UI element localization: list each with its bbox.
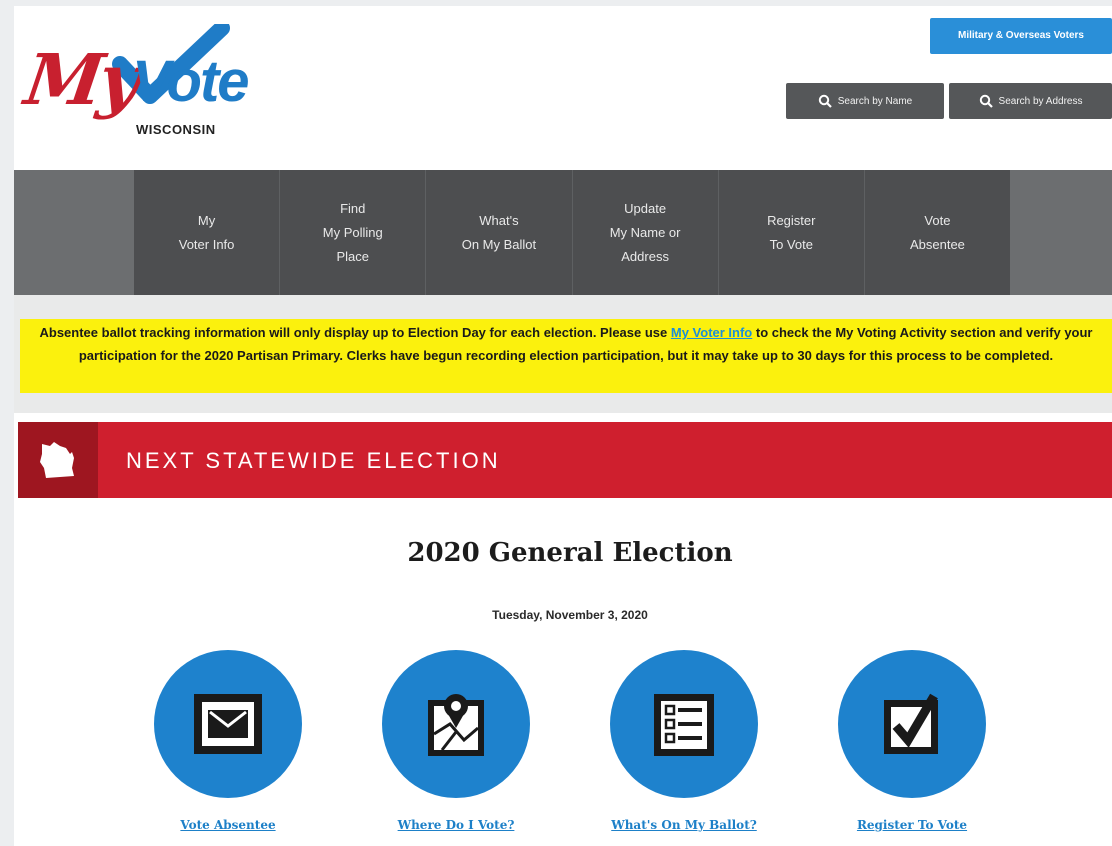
alert-section: Absentee ballot tracking information wil… [14, 295, 1112, 413]
nav-item-find-polling-place[interactable]: Find My Polling Place [280, 170, 427, 295]
my-voter-info-link[interactable]: My Voter Info [671, 325, 752, 340]
where-do-i-vote-circle[interactable] [382, 650, 530, 798]
alert-text-before: Absentee ballot tracking information wil… [39, 325, 671, 340]
next-election-banner: NEXT STATEWIDE ELECTION [18, 422, 1112, 498]
nav-item-vote-absentee[interactable]: Vote Absentee [864, 170, 1011, 295]
election-name: 2020 General Election [407, 538, 733, 568]
search-icon [818, 94, 832, 108]
alert-banner: Absentee ballot tracking information wil… [20, 319, 1112, 393]
military-overseas-voters-button[interactable]: Military & Overseas Voters [930, 18, 1112, 54]
register-to-vote-circle[interactable] [838, 650, 986, 798]
nav-item-update-name-address[interactable]: Update My Name or Address [572, 170, 719, 295]
search-by-address-button[interactable]: Search by Address [949, 83, 1112, 119]
search-by-address-label: Search by Address [998, 95, 1083, 107]
election-date: Tuesday, November 3, 2020 [492, 608, 648, 622]
action-vote-absentee[interactable]: Vote Absentee [143, 650, 313, 832]
logo-text-state: WISCONSIN [136, 122, 216, 137]
vote-absentee-link[interactable]: Vote Absentee [143, 818, 313, 832]
action-whats-on-my-ballot[interactable]: What's On My Ballot? [599, 650, 769, 832]
nav-items: My Voter Info Find My Polling Place What… [134, 170, 1011, 295]
nav-item-whats-on-my-ballot[interactable]: What's On My Ballot [426, 170, 573, 295]
whats-on-my-ballot-circle[interactable] [610, 650, 758, 798]
where-do-i-vote-link[interactable]: Where Do I Vote? [371, 818, 541, 832]
myvote-logo[interactable]: My Vote WISCONSIN [20, 18, 254, 148]
register-to-vote-link[interactable]: Register To Vote [827, 818, 997, 832]
checkbox-icon [884, 693, 938, 754]
action-where-do-i-vote[interactable]: Where Do I Vote? [371, 650, 541, 832]
banner-title: NEXT STATEWIDE ELECTION [126, 448, 501, 473]
banner-icon-box [18, 422, 98, 498]
whats-on-my-ballot-link[interactable]: What's On My Ballot? [599, 818, 769, 832]
ballot-list-icon [654, 694, 714, 756]
logo-text-vote: Vote [132, 49, 250, 114]
search-by-name-label: Search by Name [837, 95, 913, 107]
map-pin-icon [428, 694, 484, 756]
nav-item-register-to-vote[interactable]: Register To Vote [718, 170, 865, 295]
envelope-icon [194, 694, 262, 754]
wisconsin-state-icon [40, 442, 74, 478]
action-register-to-vote[interactable]: Register To Vote [827, 650, 997, 832]
logo-text-my: My [20, 38, 143, 121]
search-by-name-button[interactable]: Search by Name [786, 83, 944, 119]
site-header: My Vote WISCONSIN Military & Overseas Vo… [14, 6, 1112, 170]
search-icon [979, 94, 993, 108]
vote-absentee-circle[interactable] [154, 650, 302, 798]
main-nav: My Voter Info Find My Polling Place What… [14, 170, 1112, 295]
nav-item-my-voter-info[interactable]: My Voter Info [134, 170, 281, 295]
page: My Vote WISCONSIN Military & Overseas Vo… [14, 6, 1112, 846]
election-card: 2020 General Election Tuesday, November … [18, 498, 1112, 846]
